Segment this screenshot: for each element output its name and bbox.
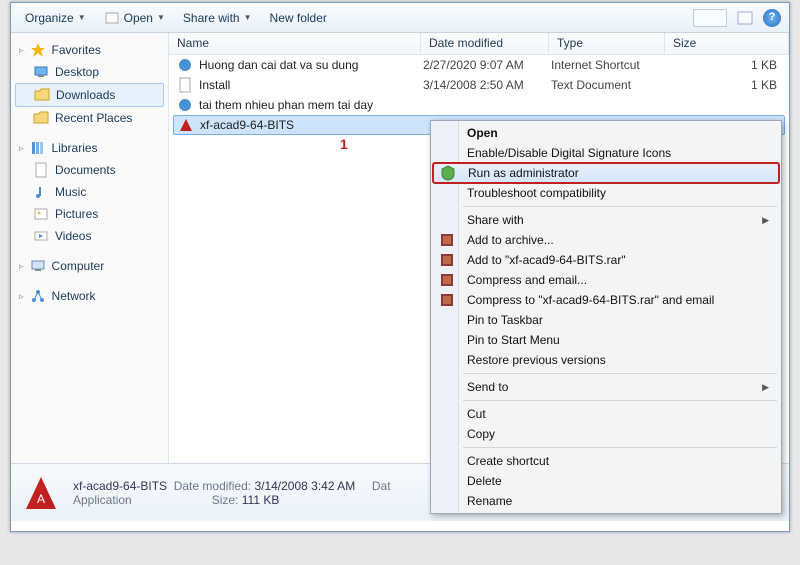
- details-name: xf-acad9-64-BITS: [73, 479, 167, 493]
- nav-pane: Favorites Desktop Downloads Recent Place…: [11, 33, 169, 463]
- nav-network-header[interactable]: Network: [11, 285, 168, 307]
- nav-recent[interactable]: Recent Places: [11, 107, 168, 129]
- shortcut-icon: [177, 57, 193, 73]
- context-menu: Open Enable/Disable Digital Signature Ic…: [430, 120, 782, 514]
- submenu-arrow-icon: ▶: [762, 382, 769, 393]
- share-menu[interactable]: Share with ▼: [177, 9, 258, 27]
- open-icon: [104, 10, 120, 26]
- svg-text:A: A: [37, 492, 45, 506]
- col-type[interactable]: Type: [549, 33, 665, 54]
- archive-icon: [439, 252, 455, 268]
- nav-libraries-header[interactable]: Libraries: [11, 137, 168, 159]
- menu-send-to[interactable]: Send to▶: [433, 377, 779, 397]
- nav-desktop[interactable]: Desktop: [11, 61, 168, 83]
- folder-icon: [34, 87, 50, 103]
- shield-icon: [440, 165, 456, 181]
- nav-videos[interactable]: Videos: [11, 225, 168, 247]
- column-headers: Name Date modified Type Size: [169, 33, 789, 55]
- file-row[interactable]: Install 3/14/2008 2:50 AM Text Document …: [169, 75, 789, 95]
- file-row[interactable]: Huong dan cai dat va su dung 2/27/2020 9…: [169, 55, 789, 75]
- menu-add-archive[interactable]: Add to archive...: [433, 230, 779, 250]
- preview-pane-icon[interactable]: [737, 10, 753, 26]
- computer-icon: [30, 258, 46, 274]
- details-size-label: Size:: [212, 493, 239, 507]
- open-button[interactable]: Open ▼: [98, 8, 171, 28]
- toolbar: Organize ▼ Open ▼ Share with ▼ New folde…: [11, 3, 789, 33]
- libraries-icon: [30, 140, 46, 156]
- col-name[interactable]: Name: [169, 33, 421, 54]
- music-icon: [33, 184, 49, 200]
- submenu-arrow-icon: ▶: [762, 215, 769, 226]
- nav-favorites-header[interactable]: Favorites: [11, 39, 168, 61]
- new-folder-label: New folder: [270, 11, 327, 25]
- menu-restore-versions[interactable]: Restore previous versions: [433, 350, 779, 370]
- share-label: Share with: [183, 11, 240, 25]
- menu-troubleshoot[interactable]: Troubleshoot compatibility: [433, 183, 779, 203]
- videos-icon: [33, 228, 49, 244]
- menu-open[interactable]: Open: [433, 123, 779, 143]
- organize-label: Organize: [25, 11, 74, 25]
- document-icon: [33, 162, 49, 178]
- star-icon: [30, 42, 46, 58]
- nav-pictures[interactable]: Pictures: [11, 203, 168, 225]
- file-row[interactable]: tai them nhieu phan mem tai day: [169, 95, 789, 115]
- recent-icon: [33, 110, 49, 126]
- menu-run-as-administrator[interactable]: Run as administrator: [433, 163, 779, 183]
- menu-share-with[interactable]: Share with▶: [433, 210, 779, 230]
- open-label: Open: [124, 11, 153, 25]
- new-folder-button[interactable]: New folder: [264, 9, 333, 27]
- menu-copy[interactable]: Copy: [433, 424, 779, 444]
- menu-pin-start[interactable]: Pin to Start Menu: [433, 330, 779, 350]
- help-icon[interactable]: ?: [763, 9, 781, 27]
- pictures-icon: [33, 206, 49, 222]
- archive-icon: [439, 292, 455, 308]
- archive-icon: [439, 232, 455, 248]
- annotation-1: 1: [340, 136, 348, 152]
- details-modified-label: Date modified:: [174, 479, 251, 493]
- col-date[interactable]: Date modified: [421, 33, 549, 54]
- view-options-button[interactable]: [693, 9, 727, 27]
- nav-computer-header[interactable]: Computer: [11, 255, 168, 277]
- menu-cut[interactable]: Cut: [433, 404, 779, 424]
- chevron-down-icon: ▼: [244, 13, 252, 22]
- network-icon: [30, 288, 46, 304]
- details-type: Application: [73, 493, 132, 507]
- nav-documents[interactable]: Documents: [11, 159, 168, 181]
- application-icon: [178, 117, 194, 133]
- application-icon: A: [21, 473, 61, 513]
- menu-pin-taskbar[interactable]: Pin to Taskbar: [433, 310, 779, 330]
- favorites-label: Favorites: [52, 43, 101, 57]
- menu-delete[interactable]: Delete: [433, 471, 779, 491]
- text-file-icon: [177, 77, 193, 93]
- menu-rename[interactable]: Rename: [433, 491, 779, 511]
- nav-music[interactable]: Music: [11, 181, 168, 203]
- chevron-down-icon: ▼: [78, 13, 86, 22]
- menu-compress-email[interactable]: Compress and email...: [433, 270, 779, 290]
- menu-create-shortcut[interactable]: Create shortcut: [433, 451, 779, 471]
- nav-downloads[interactable]: Downloads: [15, 83, 164, 107]
- menu-add-to-rar[interactable]: Add to "xf-acad9-64-BITS.rar": [433, 250, 779, 270]
- organize-menu[interactable]: Organize ▼: [19, 9, 92, 27]
- chevron-down-icon: ▼: [157, 13, 165, 22]
- menu-compress-to-email[interactable]: Compress to "xf-acad9-64-BITS.rar" and e…: [433, 290, 779, 310]
- details-size: 111 KB: [242, 493, 280, 507]
- details-modified: 3/14/2008 3:42 AM: [254, 479, 355, 493]
- archive-icon: [439, 272, 455, 288]
- details-created-label: Dat: [372, 479, 391, 493]
- desktop-icon: [33, 64, 49, 80]
- menu-enable-signature[interactable]: Enable/Disable Digital Signature Icons: [433, 143, 779, 163]
- col-size[interactable]: Size: [665, 33, 789, 54]
- shortcut-icon: [177, 97, 193, 113]
